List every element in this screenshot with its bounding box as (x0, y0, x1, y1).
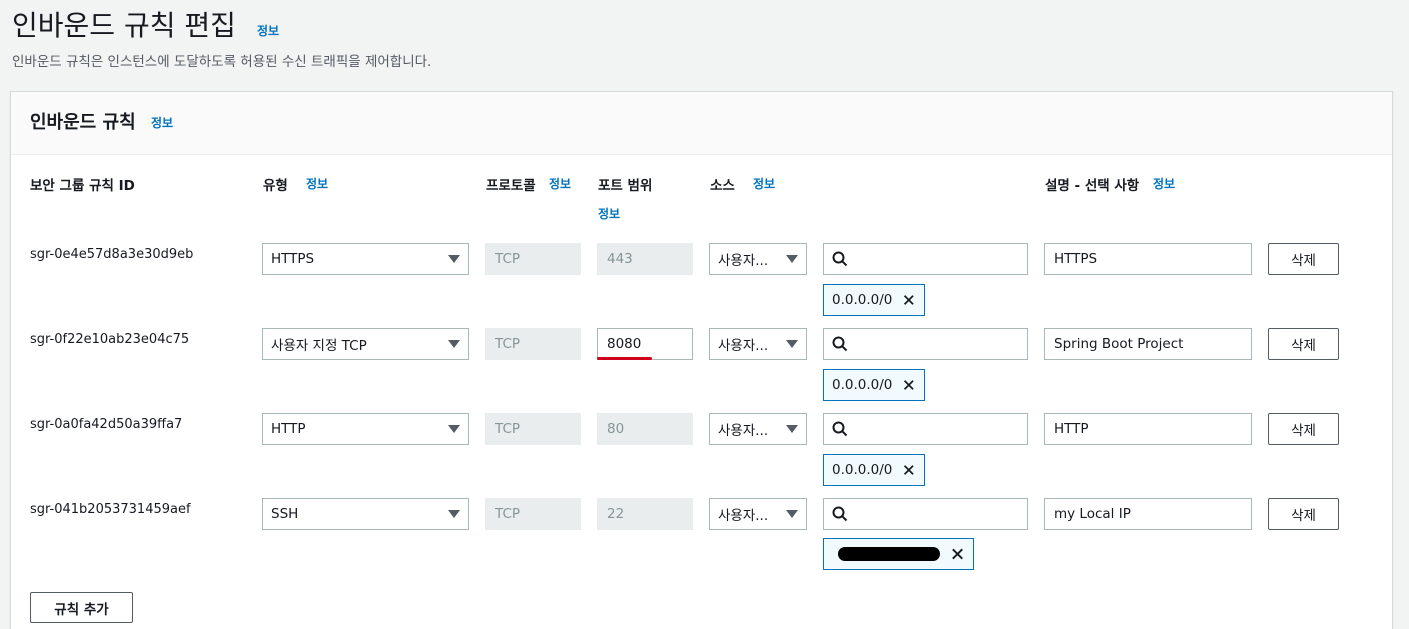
source-search-input[interactable] (823, 243, 1028, 275)
caret-down-icon (786, 510, 798, 518)
column-port-range: 포트 범위 (598, 178, 653, 194)
caret-down-icon (786, 340, 798, 348)
caret-down-icon (448, 255, 460, 263)
source-type-select[interactable]: 사용자... (709, 498, 807, 530)
panel-header (11, 92, 1392, 155)
source-type-select[interactable]: 사용자... (709, 328, 807, 360)
page-info-link[interactable]: 정보 (257, 22, 279, 39)
description-info-link[interactable]: 정보 (1153, 175, 1175, 192)
close-icon[interactable] (902, 292, 916, 308)
caret-down-icon (786, 425, 798, 433)
port-range-input[interactable]: 8080 (597, 328, 693, 360)
close-icon[interactable] (950, 546, 965, 562)
rule-id: sgr-0f22e10ab23e04c75 (30, 332, 190, 347)
protocol-field: TCP (485, 243, 581, 275)
search-icon (832, 421, 848, 437)
caret-down-icon (448, 340, 460, 348)
type-select[interactable]: HTTP (262, 413, 469, 445)
description-input[interactable]: Spring Boot Project (1044, 328, 1252, 360)
protocol-field: TCP (485, 498, 581, 530)
rule-id: sgr-0a0fa42d50a39ffa7 (30, 417, 183, 432)
type-select[interactable]: HTTPS (262, 243, 469, 275)
page-description: 인바운드 규칙은 인스턴스에 도달하도록 허용된 수신 트래픽을 제어합니다. (12, 54, 432, 70)
delete-button[interactable]: 삭제 (1268, 243, 1339, 275)
delete-button[interactable]: 삭제 (1268, 413, 1339, 445)
search-icon (832, 251, 848, 267)
close-icon[interactable] (902, 462, 916, 478)
rule-id: sgr-041b2053731459aef (30, 502, 191, 517)
protocol-field: TCP (485, 328, 581, 360)
cidr-token-redacted (823, 538, 974, 570)
column-source: 소스 (710, 178, 735, 194)
protocol-field: TCP (485, 413, 581, 445)
panel-info-link[interactable]: 정보 (151, 114, 173, 131)
annotation-underline (597, 357, 652, 360)
close-icon[interactable] (902, 377, 916, 393)
source-search-input[interactable] (823, 498, 1028, 530)
delete-button[interactable]: 삭제 (1268, 498, 1339, 530)
add-rule-button[interactable]: 규칙 추가 (30, 592, 133, 623)
type-select[interactable]: SSH (262, 498, 469, 530)
column-rule-id: 보안 그룹 규칙 ID (30, 178, 135, 194)
delete-button[interactable]: 삭제 (1268, 328, 1339, 360)
cidr-token: 0.0.0.0/0 (823, 284, 925, 316)
cidr-token: 0.0.0.0/0 (823, 454, 925, 486)
type-select[interactable]: 사용자 지정 TCP (262, 328, 469, 360)
caret-down-icon (786, 255, 798, 263)
port-range-input: 80 (597, 413, 693, 445)
description-input[interactable]: my Local IP (1044, 498, 1252, 530)
page-title: 인바운드 규칙 편집 (12, 9, 236, 42)
search-icon (832, 506, 848, 522)
description-input[interactable]: HTTP (1044, 413, 1252, 445)
source-type-select[interactable]: 사용자... (709, 243, 807, 275)
caret-down-icon (448, 425, 460, 433)
source-search-input[interactable] (823, 413, 1028, 445)
search-icon (832, 336, 848, 352)
source-search-input[interactable] (823, 328, 1028, 360)
caret-down-icon (448, 510, 460, 518)
column-type: 유형 (263, 178, 288, 194)
port-range-input: 443 (597, 243, 693, 275)
description-input[interactable]: HTTPS (1044, 243, 1252, 275)
inbound-rules-panel (10, 91, 1393, 629)
source-type-select[interactable]: 사용자... (709, 413, 807, 445)
type-info-link[interactable]: 정보 (306, 175, 328, 192)
port-range-info-link[interactable]: 정보 (598, 205, 620, 222)
redaction-mark (838, 547, 940, 561)
port-range-input: 22 (597, 498, 693, 530)
cidr-token: 0.0.0.0/0 (823, 369, 925, 401)
protocol-info-link[interactable]: 정보 (549, 175, 571, 192)
rule-id: sgr-0e4e57d8a3e30d9eb (30, 247, 194, 262)
column-protocol: 프로토콜 (486, 178, 536, 194)
panel-title: 인바운드 규칙 (30, 112, 136, 133)
source-info-link[interactable]: 정보 (753, 175, 775, 192)
column-description: 설명 - 선택 사항 (1045, 178, 1140, 194)
